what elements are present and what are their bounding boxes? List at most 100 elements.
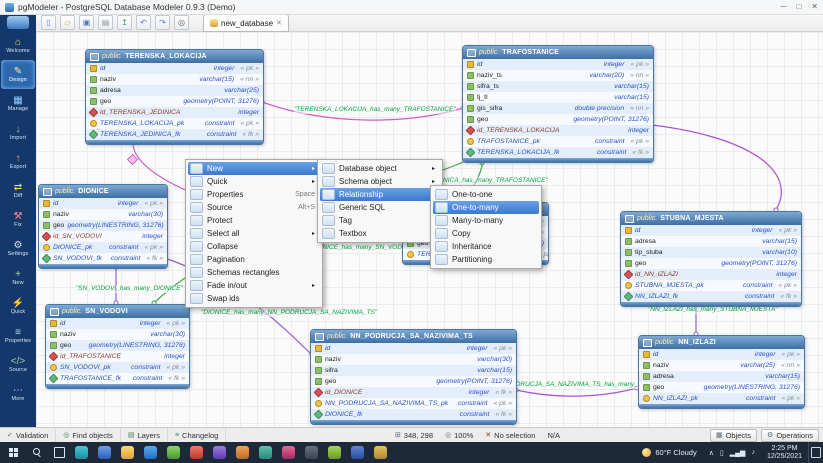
sidebar-item-properties[interactable]: ≡ Properties xyxy=(1,321,35,350)
statusbar-panel-layers[interactable]: ▤ Layers xyxy=(121,428,168,442)
statusbar-panel-validation[interactable]: ✓ Validation xyxy=(0,428,57,442)
table-nn-podrucja-sa-nazivima-ts[interactable]: public. NN_PODRUCJA_SA_NAZIVIMA_TS id integ… xyxy=(310,329,517,425)
taskbar-app-icon[interactable] xyxy=(190,446,203,459)
sidebar-item-quick[interactable]: ⚡ Quick xyxy=(1,292,35,321)
statusbar-panel-find-objects[interactable]: ◎ Find objects xyxy=(56,428,121,442)
sidebar-item-diff[interactable]: ⇄ Diff xyxy=(1,176,35,205)
table-row[interactable]: naziv varchar(30) xyxy=(311,354,516,365)
taskbar-weather[interactable]: 60°F Cloudy xyxy=(636,448,702,457)
taskbar-app-icon[interactable] xyxy=(144,446,157,459)
table-row[interactable]: TERENSKA_LOKACIJA_fk constraint « fk » xyxy=(463,147,653,158)
table-row[interactable]: TERENSKA_JEDINICA_fk constraint « fk » xyxy=(86,129,263,140)
table-row[interactable]: gis_sifra double precision « nn » xyxy=(463,103,653,114)
taskbar-app-icon[interactable] xyxy=(213,446,226,459)
menu-item-new[interactable]: New ▸ xyxy=(188,162,320,175)
table-header[interactable]: public. NN_IZLAZI xyxy=(639,336,804,349)
table-row[interactable]: sifra_ts varchar(15) xyxy=(463,81,653,92)
table-nn-izlazi[interactable]: public. NN_IZLAZI id integer « pk » naziv varc… xyxy=(638,335,805,409)
table-row[interactable]: naziv_ts varchar(20) « nn » xyxy=(463,70,653,81)
taskbar-app-icon[interactable] xyxy=(259,446,272,459)
statusbar-panel-changelog[interactable]: ≡ Changelog xyxy=(168,428,227,442)
sidebar-item-settings[interactable]: ⚙ Settings xyxy=(1,234,35,263)
tab-close-icon[interactable]: ✕ xyxy=(276,19,282,27)
taskbar-app-icon[interactable] xyxy=(98,446,111,459)
table-row[interactable]: naziv varchar(30) xyxy=(39,209,167,220)
table-row[interactable]: adresa varchar(15) xyxy=(639,371,804,382)
hidden-icons-chevron[interactable]: ∧ xyxy=(709,449,714,457)
close-button[interactable]: ✕ xyxy=(811,3,818,11)
table-row[interactable]: tip_stuba varchar(10) xyxy=(621,247,801,258)
menu-item-properties[interactable]: Properties Space xyxy=(188,188,320,201)
table-row[interactable]: DIONICE_pk constraint « pk » xyxy=(39,242,167,253)
sidebar-item-manage[interactable]: ▦ Manage xyxy=(1,89,35,118)
table-row[interactable]: id integer « pk » xyxy=(39,198,167,209)
sidebar-item-export[interactable]: ↑ Export xyxy=(1,147,35,176)
table-row[interactable]: SN_VODOVI_pk constraint « pk » xyxy=(46,362,189,373)
table-row[interactable]: id_SN_VODOVI integer xyxy=(39,231,167,242)
menu-item-schema-object[interactable]: Schema object ▸ xyxy=(320,175,440,188)
table-row[interactable]: adresa varchar(25) xyxy=(86,85,263,96)
table-row[interactable]: NN_IZLAZI_fk constraint « fk » xyxy=(621,291,801,302)
menu-item-copy[interactable]: Copy xyxy=(433,227,539,240)
sidebar-item-import[interactable]: ↓ Import xyxy=(1,118,35,147)
table-header[interactable]: public. SN_VODOVI xyxy=(46,305,189,318)
save-model-icon[interactable]: ▣ xyxy=(79,15,94,30)
taskbar-app-icon[interactable] xyxy=(282,446,295,459)
table-header[interactable]: public. DIONICE xyxy=(39,185,167,198)
menu-item-source[interactable]: Source Alt+S xyxy=(188,201,320,214)
table-row[interactable]: geo geometry(LINESTRING, 31276) xyxy=(46,340,189,351)
menu-item-many-to-many[interactable]: Many-to-many xyxy=(433,214,539,227)
table-row[interactable]: naziv varchar(30) xyxy=(46,329,189,340)
table-row[interactable]: id_TERENSKA_LOKACIJA integer xyxy=(463,125,653,136)
taskbar-search-button[interactable] xyxy=(26,442,48,463)
menu-item-one-to-one[interactable]: One-to-one xyxy=(433,188,539,201)
redo-icon[interactable]: ↷ xyxy=(155,15,170,30)
menu-item-quick[interactable]: Quick ▸ xyxy=(188,175,320,188)
sidebar-item-more[interactable]: ⋯ More xyxy=(1,379,35,408)
open-model-icon[interactable]: ▱ xyxy=(60,15,75,30)
sidebar-item-welcome[interactable]: ⌂ Welcome xyxy=(1,31,35,60)
print-icon[interactable]: ▤ xyxy=(98,15,113,30)
table-row[interactable]: id integer « pk » xyxy=(86,63,263,74)
table-row[interactable]: tj_tl varchar(15) xyxy=(463,92,653,103)
table-header[interactable]: public. TRAFOSTANICE xyxy=(463,46,653,59)
operations-button[interactable]: ⚙ Operations xyxy=(761,428,819,442)
volume-icon[interactable]: ♪ xyxy=(751,449,755,456)
menu-item-fade-in-out[interactable]: Fade in/out ▸ xyxy=(188,279,320,292)
objects-button[interactable]: ▦ Objects xyxy=(709,428,758,442)
taskbar-app-icon[interactable] xyxy=(236,446,249,459)
menu-item-textbox[interactable]: Textbox xyxy=(320,227,440,240)
table-row[interactable]: geo geometry(LINESTRING, 31276) xyxy=(39,220,167,231)
table-stubna-mjesta[interactable]: public. STUBNA_MJESTA id integer « pk » adres… xyxy=(620,211,802,307)
taskbar-app-icon[interactable] xyxy=(75,446,88,459)
menu-item-collapse[interactable]: Collapse xyxy=(188,240,320,253)
table-row[interactable]: id integer « pk » xyxy=(311,343,516,354)
table-row[interactable]: id_TRAFOSTANICE integer xyxy=(46,351,189,362)
table-trafostanice[interactable]: public. TRAFOSTANICE id integer « pk » naziv_… xyxy=(462,45,654,163)
table-row[interactable]: SN_VODOVI_fk constraint « fk » xyxy=(39,253,167,264)
menu-item-one-to-many[interactable]: One-to-many xyxy=(433,201,539,214)
sidebar-item-fix[interactable]: ⚒ Fix xyxy=(1,205,35,234)
start-button[interactable] xyxy=(0,442,26,463)
table-row[interactable]: NN_PODRUCJA_SA_NAZIVIMA_TS_pk constraint «… xyxy=(311,398,516,409)
table-row[interactable]: NN_IZLAZI_pk constraint « pk » xyxy=(639,393,804,404)
taskbar-app-icon[interactable] xyxy=(351,446,364,459)
sidebar-item-design[interactable]: ✎ Design xyxy=(1,60,35,89)
table-row[interactable]: id integer « pk » xyxy=(621,225,801,236)
taskbar-app-icon[interactable] xyxy=(305,446,318,459)
menu-item-schemas-rectangles[interactable]: Schemas rectangles xyxy=(188,266,320,279)
export-icon[interactable]: ↥ xyxy=(117,15,132,30)
network-icon[interactable]: ▂▄▆ xyxy=(730,449,746,457)
diagram-canvas[interactable]: public. TERENSKA_LOKACIJA id integer « pk » n… xyxy=(36,32,823,428)
table-row[interactable]: TRAFOSTANICE_pk constraint « pk » xyxy=(463,136,653,147)
menu-item-tag[interactable]: Tag xyxy=(320,214,440,227)
table-row[interactable]: id_DIONICE integer « fk » xyxy=(311,387,516,398)
table-header[interactable]: public. STUBNA_MJESTA xyxy=(621,212,801,225)
sidebar-item-new[interactable]: + New xyxy=(1,263,35,292)
undo-icon[interactable]: ↶ xyxy=(136,15,151,30)
table-sn-vodovi[interactable]: public. SN_VODOVI id integer « pk » naziv varc… xyxy=(45,304,190,389)
minimize-button[interactable]: ─ xyxy=(781,3,787,11)
table-row[interactable]: adresa varchar(15) xyxy=(621,236,801,247)
menu-item-relationship[interactable]: Relationship▸ xyxy=(320,188,440,201)
menu-item-swap-ids[interactable]: Swap ids xyxy=(188,292,320,305)
